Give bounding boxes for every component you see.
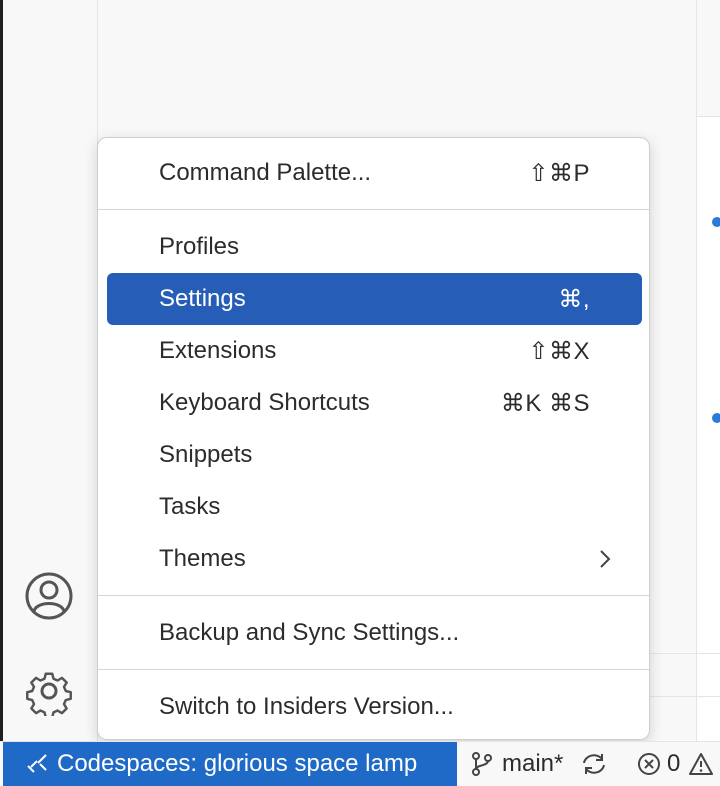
branch-status[interactable]: main*	[470, 742, 563, 786]
menu-item-label: Extensions	[159, 337, 277, 364]
remote-icon	[25, 752, 49, 783]
menu-item-backup-sync[interactable]: Backup and Sync Settings...	[107, 607, 642, 659]
menu-item-snippets[interactable]: Snippets	[107, 429, 642, 481]
error-icon	[637, 752, 661, 776]
chevron-right-icon	[594, 548, 616, 570]
menu-item-label: Snippets	[159, 441, 253, 468]
menu-item-label: Command Palette...	[159, 159, 372, 186]
menu-item-label: Themes	[159, 545, 246, 572]
menu-separator	[98, 595, 649, 596]
divider	[640, 696, 720, 697]
menu-item-command-palette[interactable]: Command Palette... ⇧⌘P	[107, 147, 642, 199]
modified-dot-icon	[712, 413, 720, 423]
problems-status[interactable]: 0	[637, 742, 714, 786]
activity-bar	[0, 0, 98, 741]
menu-item-label: Backup and Sync Settings...	[159, 619, 460, 646]
menu-item-shortcut: ⇧⌘X	[528, 337, 590, 365]
menu-item-shortcut: ⇧⌘P	[528, 159, 590, 187]
accounts-icon[interactable]	[24, 571, 74, 621]
menu-item-label: Settings	[159, 285, 246, 312]
menu-separator	[98, 669, 649, 670]
menu-separator	[98, 209, 649, 210]
divider	[640, 653, 720, 654]
modified-dot-icon	[712, 217, 720, 227]
remote-label: Codespaces: glorious space lamp	[57, 750, 418, 777]
menu-item-tasks[interactable]: Tasks	[107, 481, 642, 533]
menu-item-settings[interactable]: Settings ⌘,	[107, 273, 642, 325]
menu-item-switch-insiders[interactable]: Switch to Insiders Version...	[107, 681, 642, 733]
status-bar: Codespaces: glorious space lamp main* 0	[0, 741, 720, 786]
window-edge	[0, 0, 3, 741]
menu-item-shortcut: ⌘K ⌘S	[500, 389, 590, 417]
menu-item-label: Switch to Insiders Version...	[159, 693, 454, 720]
git-branch-icon	[470, 751, 494, 777]
editor-tabs-area	[697, 0, 720, 117]
menu-item-label: Profiles	[159, 233, 240, 260]
menu-item-themes[interactable]: Themes	[107, 533, 642, 585]
menu-item-label: Keyboard Shortcuts	[159, 389, 370, 416]
menu-item-shortcut: ⌘,	[558, 285, 590, 313]
sync-icon	[580, 751, 608, 777]
menu-item-extensions[interactable]: Extensions ⇧⌘X	[107, 325, 642, 377]
manage-gear-icon[interactable]	[24, 666, 74, 719]
branch-name: main*	[502, 750, 564, 777]
menu-item-profiles[interactable]: Profiles	[107, 221, 642, 273]
remote-indicator[interactable]: Codespaces: glorious space lamp	[3, 742, 457, 786]
editor-area	[696, 0, 720, 741]
menu-item-label: Tasks	[159, 493, 221, 520]
error-count: 0	[667, 750, 681, 777]
sync-button[interactable]	[580, 742, 608, 786]
manage-menu: Command Palette... ⇧⌘P Profiles Settings…	[97, 137, 650, 740]
warning-icon	[688, 752, 714, 776]
menu-item-keyboard-shortcuts[interactable]: Keyboard Shortcuts ⌘K ⌘S	[107, 377, 642, 429]
